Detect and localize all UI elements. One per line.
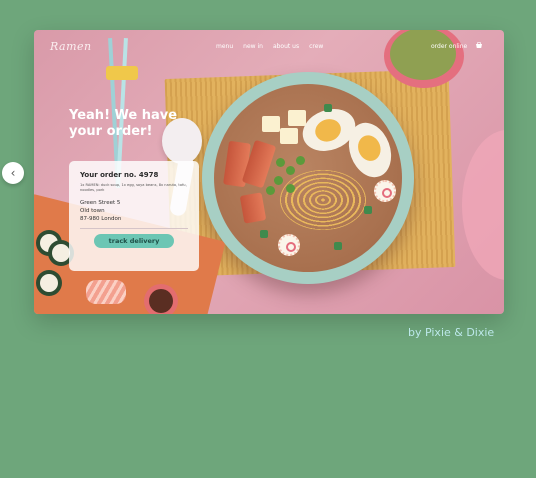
address-line: Green Street 5 <box>80 200 121 206</box>
address-line: 87-980 London <box>80 216 122 222</box>
salmon-nigiri-image <box>86 280 126 304</box>
cart-icon[interactable] <box>475 41 483 50</box>
tea-image <box>390 30 456 80</box>
carousel-prev-button[interactable]: ‹ <box>2 162 24 184</box>
hero-headline: Yeah! We have your order! <box>69 108 178 139</box>
soy-bean-image <box>286 184 295 193</box>
scallion-image <box>334 242 342 250</box>
soy-bean-image <box>286 166 295 175</box>
scallion-image <box>260 230 268 238</box>
naruto-image <box>278 234 300 256</box>
track-delivery-button[interactable]: track delivery <box>94 234 174 248</box>
soy-bean-image <box>296 156 305 165</box>
plate-image <box>462 130 504 280</box>
soy-bean-image <box>276 158 285 167</box>
chopstick-rest-image <box>106 66 138 80</box>
tofu-image <box>288 110 306 126</box>
order-summary-card: Your order no. 4978 1x RAMEN: duck soup,… <box>69 161 199 271</box>
sushi-image <box>36 270 62 296</box>
scallion-image <box>364 206 372 214</box>
nav-new-in[interactable]: new in <box>243 43 263 50</box>
chevron-left-icon: ‹ <box>10 166 16 180</box>
scallion-image <box>324 104 332 112</box>
order-title: Your order no. 4978 <box>80 171 159 179</box>
tofu-image <box>262 116 280 132</box>
order-items: 1x RAMEN: duck soup, 1x egg, soya beans,… <box>80 183 187 192</box>
pork-image <box>239 192 267 224</box>
nav-crew[interactable]: crew <box>309 43 323 50</box>
credit-text: by Pixie & Dixie <box>408 326 495 339</box>
nav-about-us[interactable]: about us <box>273 43 299 50</box>
logo[interactable]: Ramen <box>50 40 92 53</box>
address-line: Old town <box>80 208 105 214</box>
soy-bean-image <box>274 176 283 185</box>
main-nav: menu new in about us crew <box>216 43 323 50</box>
order-online-link[interactable]: order online <box>431 43 467 50</box>
hero-card: Ramen menu new in about us crew order on… <box>34 30 504 314</box>
divider <box>80 228 188 229</box>
nav-menu[interactable]: menu <box>216 43 233 50</box>
tofu-image <box>280 128 298 144</box>
naruto-image <box>374 180 396 202</box>
delivery-address: Green Street 5 Old town 87-980 London <box>80 199 188 223</box>
soy-dish-image <box>144 284 178 314</box>
soy-bean-image <box>266 186 275 195</box>
noodles-image <box>280 170 366 230</box>
